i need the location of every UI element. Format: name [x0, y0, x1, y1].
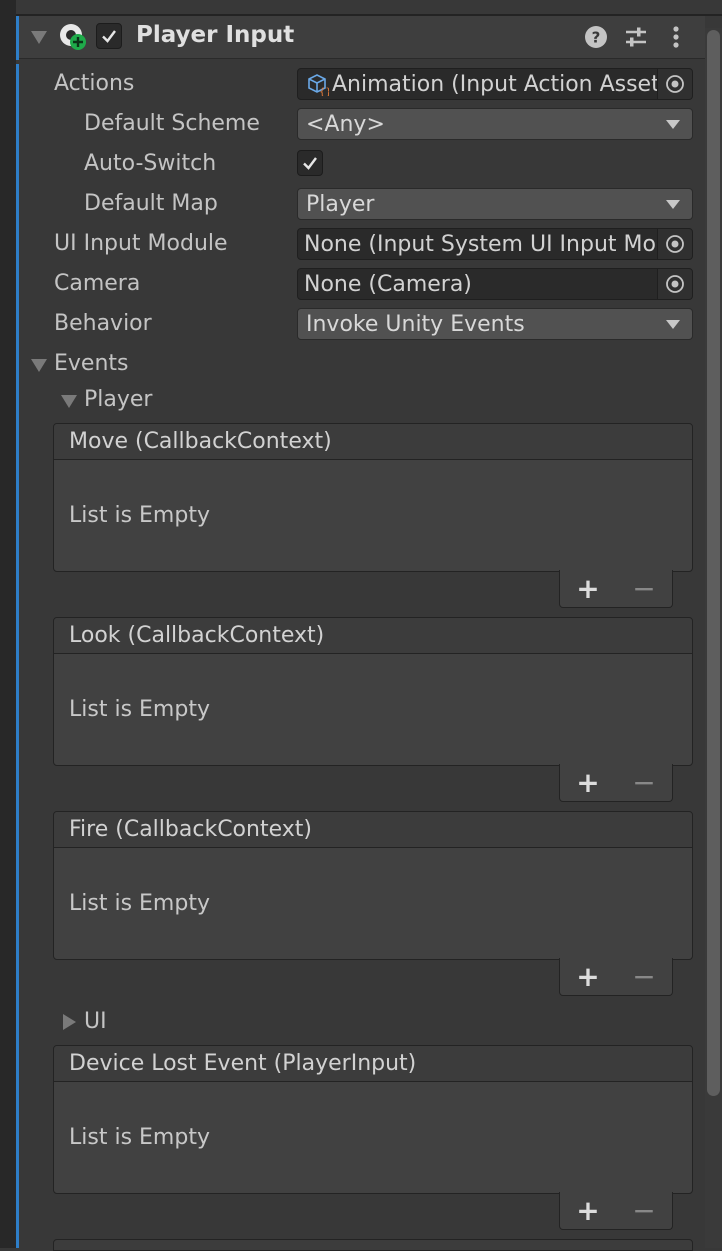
- add-listener-button[interactable]: +: [576, 962, 599, 991]
- event-list-header: Move (CallbackContext): [54, 424, 692, 460]
- component-title: Player Input: [136, 22, 295, 48]
- default-map-value: Player: [306, 191, 375, 217]
- scrollbar-thumb[interactable]: [707, 30, 720, 1096]
- event-list-footer: + −: [559, 958, 673, 996]
- actions-label: Actions: [54, 71, 135, 96]
- event-list-partial: [53, 1239, 693, 1251]
- remove-listener-button[interactable]: −: [632, 574, 655, 603]
- object-picker-icon[interactable]: [657, 69, 692, 99]
- svg-text:?: ?: [592, 29, 601, 47]
- default-scheme-value: <Any>: [306, 111, 385, 137]
- ui-input-module-object-field[interactable]: None (Input System UI Input Mo: [297, 228, 693, 260]
- behavior-value: Invoke Unity Events: [306, 311, 525, 337]
- remove-listener-button[interactable]: −: [632, 1196, 655, 1225]
- ui-input-module-value: None (Input System UI Input Mo: [304, 231, 656, 257]
- camera-value: None (Camera): [304, 271, 472, 297]
- event-list-device-lost: Device Lost Event (PlayerInput) List is …: [53, 1045, 693, 1194]
- component-enabled-checkbox[interactable]: [96, 23, 122, 49]
- input-action-asset-icon: {}: [304, 71, 330, 97]
- default-map-dropdown[interactable]: Player: [297, 188, 693, 220]
- svg-text:{}: {}: [319, 87, 329, 96]
- default-scheme-label: Default Scheme: [84, 111, 260, 136]
- inspector-gutter: [0, 0, 16, 1248]
- event-list-footer: + −: [559, 1192, 673, 1230]
- event-list-empty-text: List is Empty: [69, 697, 210, 722]
- remove-listener-button[interactable]: −: [632, 962, 655, 991]
- event-list-footer: + −: [559, 570, 673, 608]
- dropdown-arrow-icon: [666, 119, 680, 129]
- foldout-arrow-icon[interactable]: [31, 31, 47, 44]
- event-list-move: Move (CallbackContext) List is Empty: [53, 423, 693, 572]
- default-scheme-dropdown[interactable]: <Any>: [297, 108, 693, 140]
- event-list-header: Look (CallbackContext): [54, 618, 692, 654]
- object-picker-icon[interactable]: [657, 269, 692, 299]
- object-picker-icon[interactable]: [657, 229, 692, 259]
- player-foldout-label[interactable]: Player: [84, 387, 152, 412]
- event-list-empty-text: List is Empty: [69, 1125, 210, 1150]
- events-foldout-label[interactable]: Events: [54, 351, 129, 376]
- add-listener-button[interactable]: +: [576, 768, 599, 797]
- events-foldout-arrow-icon[interactable]: [31, 359, 47, 372]
- camera-object-field[interactable]: None (Camera): [297, 268, 693, 300]
- auto-switch-label: Auto-Switch: [84, 151, 217, 176]
- add-listener-button[interactable]: +: [576, 1196, 599, 1225]
- previous-component-edge: [16, 0, 722, 16]
- event-list-footer: + −: [559, 764, 673, 802]
- player-input-component-icon: [58, 22, 88, 52]
- help-icon[interactable]: ?: [583, 24, 609, 50]
- event-list-look: Look (CallbackContext) List is Empty: [53, 617, 693, 766]
- behavior-label: Behavior: [54, 311, 152, 336]
- ui-foldout-label[interactable]: UI: [84, 1009, 107, 1034]
- component-accent-bar: [16, 64, 19, 1248]
- behavior-dropdown[interactable]: Invoke Unity Events: [297, 308, 693, 340]
- actions-object-field[interactable]: {} Animation (Input Action Asset: [297, 68, 693, 100]
- camera-label: Camera: [54, 271, 141, 296]
- default-map-label: Default Map: [84, 191, 218, 216]
- event-list-empty-text: List is Empty: [69, 891, 210, 916]
- dropdown-arrow-icon: [666, 199, 680, 209]
- ui-foldout-arrow-icon[interactable]: [63, 1014, 76, 1030]
- event-list-header: Fire (CallbackContext): [54, 812, 692, 848]
- event-list-header: Device Lost Event (PlayerInput): [54, 1046, 692, 1082]
- dropdown-arrow-icon: [666, 319, 680, 329]
- event-list-fire: Fire (CallbackContext) List is Empty: [53, 811, 693, 960]
- auto-switch-checkbox[interactable]: [297, 150, 323, 176]
- player-foldout-arrow-icon[interactable]: [61, 395, 77, 408]
- kebab-menu-icon[interactable]: [666, 24, 686, 50]
- remove-listener-button[interactable]: −: [632, 768, 655, 797]
- event-list-empty-text: List is Empty: [69, 503, 210, 528]
- preset-icon[interactable]: [622, 24, 650, 50]
- actions-value: Animation (Input Action Asset: [332, 71, 657, 97]
- add-listener-button[interactable]: +: [576, 574, 599, 603]
- ui-input-module-label: UI Input Module: [54, 231, 228, 256]
